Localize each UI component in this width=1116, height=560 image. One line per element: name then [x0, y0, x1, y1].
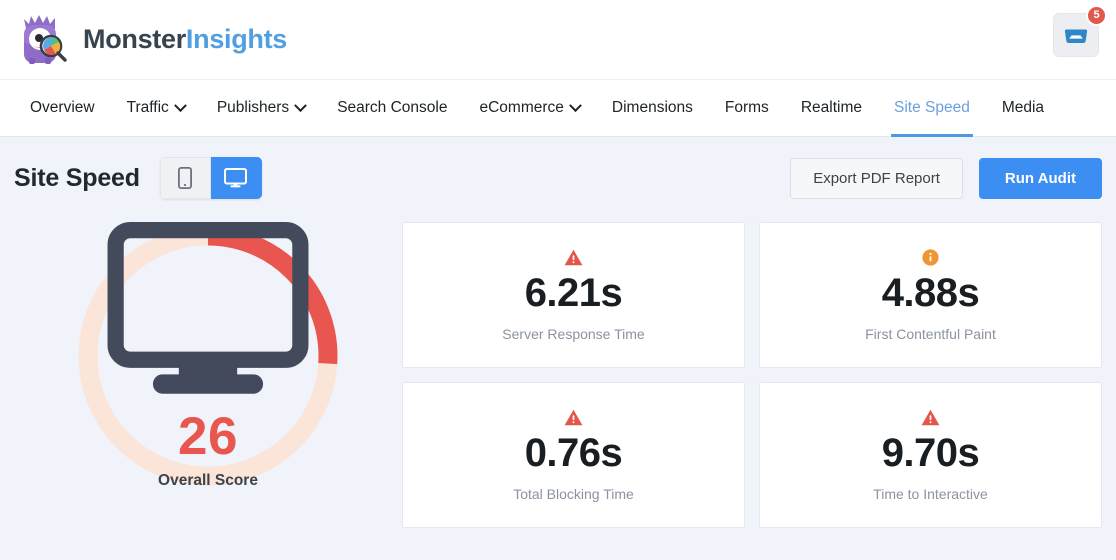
- nav-label: Publishers: [216, 99, 290, 116]
- metric-label: First Contentful Paint: [865, 325, 996, 342]
- main-navigation: Overview Traffic Publishers Search Conso…: [0, 79, 1116, 137]
- nav-label: eCommerce: [479, 99, 564, 116]
- metric-value: 6.21s: [524, 271, 623, 316]
- metric-card-total-blocking-time: 0.76s Total Blocking Time: [402, 382, 745, 528]
- warning-triangle-icon: [564, 409, 583, 426]
- metric-status-icon-wrap: [564, 408, 583, 427]
- metric-card-first-contentful-paint: 4.88s First Contentful Paint: [759, 222, 1102, 368]
- nav-label: Search Console: [337, 99, 448, 116]
- nav-item-ecommerce[interactable]: eCommerce: [463, 80, 595, 136]
- nav-item-realtime[interactable]: Realtime: [785, 80, 878, 136]
- overall-score-value: 26: [178, 407, 238, 466]
- metric-label: Time to Interactive: [873, 485, 988, 502]
- nav-label: Overview: [30, 99, 95, 116]
- app-header: MonsterInsights 5: [0, 0, 1116, 79]
- brand-name-second: Insights: [185, 24, 288, 54]
- metric-value: 4.88s: [881, 271, 980, 316]
- metric-label: Total Blocking Time: [513, 485, 634, 502]
- nav-item-dimensions[interactable]: Dimensions: [596, 80, 709, 136]
- page-actions: Export PDF Report Run Audit: [790, 157, 1102, 199]
- info-circle-icon: [922, 249, 939, 266]
- metric-status-icon-wrap: [922, 248, 939, 267]
- brand-logo: MonsterInsights: [14, 12, 287, 68]
- export-pdf-report-button[interactable]: Export PDF Report: [790, 157, 963, 199]
- monsterinsights-mascot-icon: [24, 14, 67, 64]
- overall-score-panel: 26 Overall Score: [14, 219, 402, 490]
- nav-label: Dimensions: [611, 99, 693, 116]
- device-toggle-group: [159, 157, 262, 199]
- gauge-center-content: 26 Overall Score: [74, 222, 342, 490]
- metric-value: 0.76s: [524, 431, 623, 476]
- warning-triangle-icon: [564, 249, 583, 266]
- chevron-down-icon: [294, 98, 308, 112]
- page-title: Site Speed: [14, 163, 140, 192]
- page-body: Site Speed Export PDF Report Run Audit 2…: [0, 137, 1116, 528]
- site-speed-content: 26 Overall Score 6.21s Server Response T…: [14, 219, 1102, 528]
- notifications-inbox-button[interactable]: 5: [1053, 5, 1107, 57]
- warning-triangle-icon: [921, 409, 940, 426]
- inbox-tray-icon: [1064, 28, 1088, 43]
- nav-item-media[interactable]: Media: [986, 80, 1060, 136]
- notification-badge: 5: [1086, 5, 1107, 26]
- metric-label: Server Response Time: [502, 325, 645, 342]
- nav-label: Realtime: [800, 99, 862, 116]
- header-actions: 5: [1053, 5, 1107, 57]
- nav-item-traffic[interactable]: Traffic: [111, 80, 201, 136]
- metric-card-time-to-interactive: 9.70s Time to Interactive: [759, 382, 1102, 528]
- nav-label: Forms: [724, 99, 769, 116]
- chevron-down-icon: [173, 98, 187, 112]
- overall-score-label: Overall Score: [158, 472, 258, 489]
- nav-item-search-console[interactable]: Search Console: [321, 80, 463, 136]
- nav-item-overview[interactable]: Overview: [14, 80, 111, 136]
- mobile-phone-icon: [178, 167, 193, 189]
- chevron-down-icon: [569, 98, 582, 112]
- device-toggle-mobile[interactable]: [159, 157, 211, 199]
- metric-status-icon-wrap: [564, 248, 583, 267]
- nav-label: Site Speed: [893, 99, 970, 116]
- metric-card-server-response-time: 6.21s Server Response Time: [402, 222, 745, 368]
- metrics-grid: 6.21s Server Response Time 4.88s First C…: [402, 219, 1102, 528]
- metric-status-icon-wrap: [921, 408, 940, 427]
- page-header-bar: Site Speed Export PDF Report Run Audit: [14, 137, 1102, 219]
- brand-name-first: Monster: [83, 24, 186, 54]
- metric-value: 9.70s: [881, 431, 980, 476]
- run-audit-button[interactable]: Run Audit: [978, 157, 1102, 199]
- device-toggle-desktop[interactable]: [210, 157, 262, 199]
- desktop-monitor-icon: [107, 222, 309, 394]
- nav-label: Traffic: [126, 99, 169, 116]
- nav-item-forms[interactable]: Forms: [709, 80, 785, 136]
- nav-item-site-speed[interactable]: Site Speed: [878, 80, 986, 137]
- nav-label: Media: [1001, 99, 1045, 116]
- brand-wordmark: MonsterInsights: [83, 26, 287, 53]
- overall-score-gauge: 26 Overall Score: [74, 222, 342, 490]
- nav-item-publishers[interactable]: Publishers: [201, 80, 321, 136]
- desktop-monitor-icon: [224, 168, 248, 188]
